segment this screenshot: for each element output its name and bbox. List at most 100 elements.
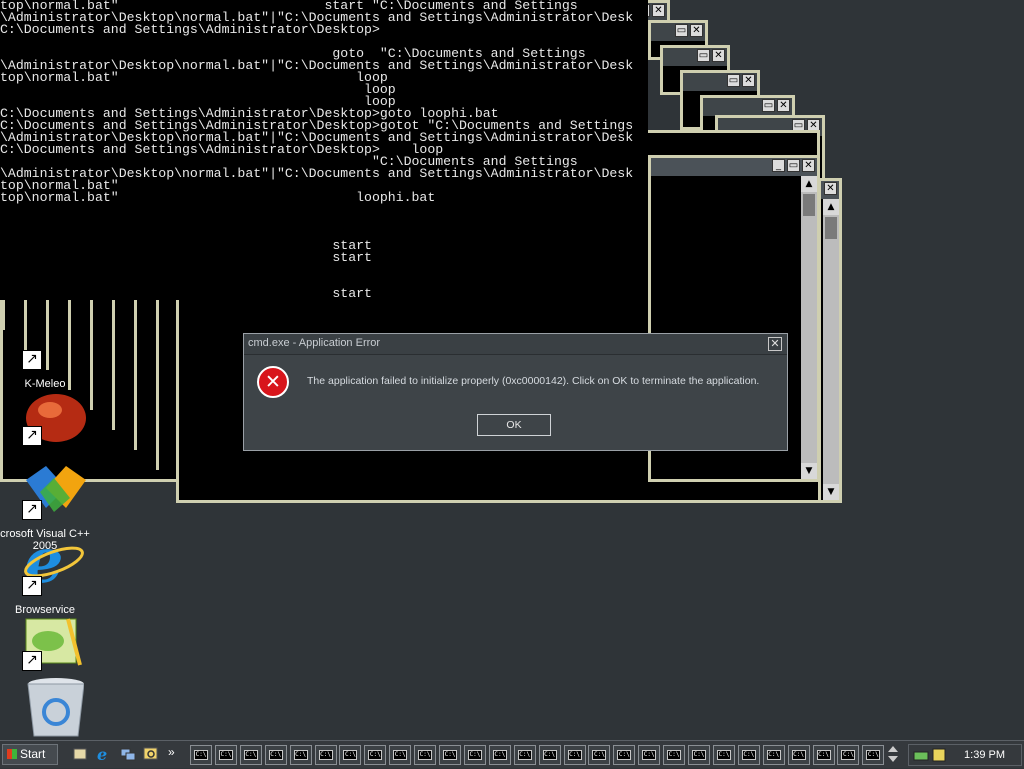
start-button[interactable]: Start [2,744,58,765]
taskbar-cmd-button[interactable]: C:\ [339,745,362,765]
taskbar-cmd-button[interactable]: C:\ [862,745,885,765]
cmd-icon: C:\ [816,750,831,760]
scroll-up-icon[interactable]: ▲ [823,199,839,215]
cmd-icon: C:\ [667,750,682,760]
maximize-icon[interactable]: ▭ [787,159,800,172]
cmd-console-window[interactable]: top\normal.bat" start "C:\Documents and … [0,0,648,300]
close-icon[interactable]: ✕ [802,159,815,172]
taskbar-cmd-button[interactable]: C:\ [214,745,237,765]
tray-security-icon[interactable] [931,747,947,763]
notepad-frog-icon [20,615,88,681]
vertical-scrollbar[interactable]: ▲ ▼ [801,176,817,479]
shortcut-arrow-icon: ↗ [22,500,42,520]
cmd-icon: C:\ [716,750,731,760]
window-titlebar[interactable]: ▭✕ [651,23,705,41]
scroll-down-icon[interactable]: ▼ [823,484,839,500]
taskbar-cmd-button[interactable]: C:\ [638,745,661,765]
cmd-icon: C:\ [692,750,706,760]
taskbar-cmd-button[interactable]: C:\ [264,745,287,765]
close-icon[interactable]: ✕ [768,337,782,351]
error-x-icon: ✕ [257,366,289,398]
internet-explorer-icon[interactable]: e [96,745,112,764]
taskbar-cmd-button[interactable]: C:\ [613,745,636,765]
taskbar-cmd-button[interactable]: C:\ [588,745,611,765]
close-icon[interactable]: ✕ [742,74,755,87]
taskbar-cmd-button[interactable]: C:\ [837,745,860,765]
quick-launch-overflow[interactable]: » [168,745,175,759]
window-titlebar[interactable]: ✕ [821,181,839,199]
taskbar-cmd-button[interactable]: C:\ [563,745,586,765]
cmd-icon: C:\ [268,750,283,760]
network-icon[interactable] [120,746,136,762]
window-titlebar[interactable]: ▭✕ [703,98,792,116]
maximize-icon[interactable]: ▭ [762,99,775,112]
search-icon[interactable] [143,746,159,762]
maximize-icon[interactable]: ▭ [675,24,688,37]
shortcut-arrow-icon: ↗ [22,576,42,596]
close-icon[interactable]: ✕ [690,24,703,37]
recycle-bin-icon [20,676,88,742]
minimize-icon[interactable]: _ [772,159,785,172]
taskbar-cmd-button[interactable]: C:\ [439,745,461,765]
scroll-thumb[interactable] [803,194,815,216]
window-edge-line [2,300,5,330]
cmd-icon: C:\ [443,750,457,760]
window-edge-line [24,300,27,350]
scroll-up-icon[interactable]: ▲ [801,176,817,192]
window-titlebar[interactable]: _ ▭ ✕ [651,158,817,176]
taskbar-cmd-button[interactable]: C:\ [314,745,337,765]
taskbar-cmd-button[interactable]: C:\ [488,745,511,765]
cmd-icon: C:\ [194,750,208,760]
dialog-title: cmd.exe - Application Error [248,337,381,349]
cmd-icon: C:\ [418,750,433,760]
window-titlebar[interactable]: ▭✕ [663,48,727,66]
scroll-arrows-icon[interactable] [887,744,899,762]
maximize-icon[interactable]: ▭ [727,74,740,87]
taskbar-cmd-button[interactable]: C:\ [712,745,735,765]
taskbar-cmd-button[interactable]: C:\ [513,745,536,765]
desktop-icon-browservice[interactable]: e ↗ Browservice [0,524,90,618]
cmd-icon: C:\ [567,750,582,760]
taskbar-cmd-button[interactable]: C:\ [762,745,785,765]
clock[interactable]: 1:39 PM [964,749,1005,761]
taskbar-cmd-button[interactable]: C:\ [812,745,835,765]
cmd-icon: C:\ [592,750,607,760]
scroll-down-icon[interactable]: ▼ [801,463,817,479]
cmd-window-frame[interactable]: ✕ ▲ ▼ [818,178,842,503]
cmd-icon: C:\ [343,750,358,760]
taskbar-cmd-button[interactable]: C:\ [239,745,262,765]
taskbar-cmd-button[interactable]: C:\ [463,745,486,765]
scroll-thumb[interactable] [825,217,837,239]
vertical-scrollbar[interactable]: ▲ ▼ [823,199,839,500]
taskbar-cmd-button[interactable]: C:\ [787,745,810,765]
close-icon[interactable]: ✕ [652,4,665,17]
show-desktop-icon[interactable] [72,746,88,762]
taskbar-cmd-button[interactable]: C:\ [364,745,387,765]
taskbar-cmd-button[interactable]: C:\ [414,745,437,765]
taskbar-cmd-button[interactable]: C:\ [737,745,760,765]
shortcut-arrow-icon: ↗ [22,350,42,370]
dialog-titlebar[interactable]: cmd.exe - Application Error ✕ [244,334,787,355]
application-error-dialog: cmd.exe - Application Error ✕ ✕ The appl… [243,333,788,451]
window-edge-line [112,300,115,430]
maximize-icon[interactable]: ▭ [697,49,710,62]
taskbar-cmd-button[interactable]: C:\ [289,745,312,765]
desktop-icon-recycle-bin[interactable] [0,676,90,738]
taskbar-cmd-button[interactable]: C:\ [688,745,710,765]
close-icon[interactable]: ✕ [777,99,790,112]
tray-app-icon[interactable] [913,747,929,763]
taskbar-cmd-button[interactable]: C:\ [190,745,212,765]
close-icon[interactable]: ✕ [712,49,725,62]
close-icon[interactable]: ✕ [824,182,837,195]
window-edge-line [90,300,93,410]
cmd-icon: C:\ [866,750,881,760]
start-label: Start [20,747,46,761]
window-titlebar[interactable]: ▭✕ [683,73,757,91]
cmd-icon: C:\ [393,750,408,760]
taskbar-cmd-button[interactable]: C:\ [389,745,412,765]
taskbar-cmd-button[interactable]: C:\ [663,745,686,765]
ok-button[interactable]: OK [477,414,551,436]
taskbar-cmd-button[interactable]: C:\ [538,745,561,765]
desktop-icon-kmeleo-ball[interactable]: ↗ [0,390,90,450]
desktop-icon-notepad-frog[interactable]: ↗ [0,615,90,675]
